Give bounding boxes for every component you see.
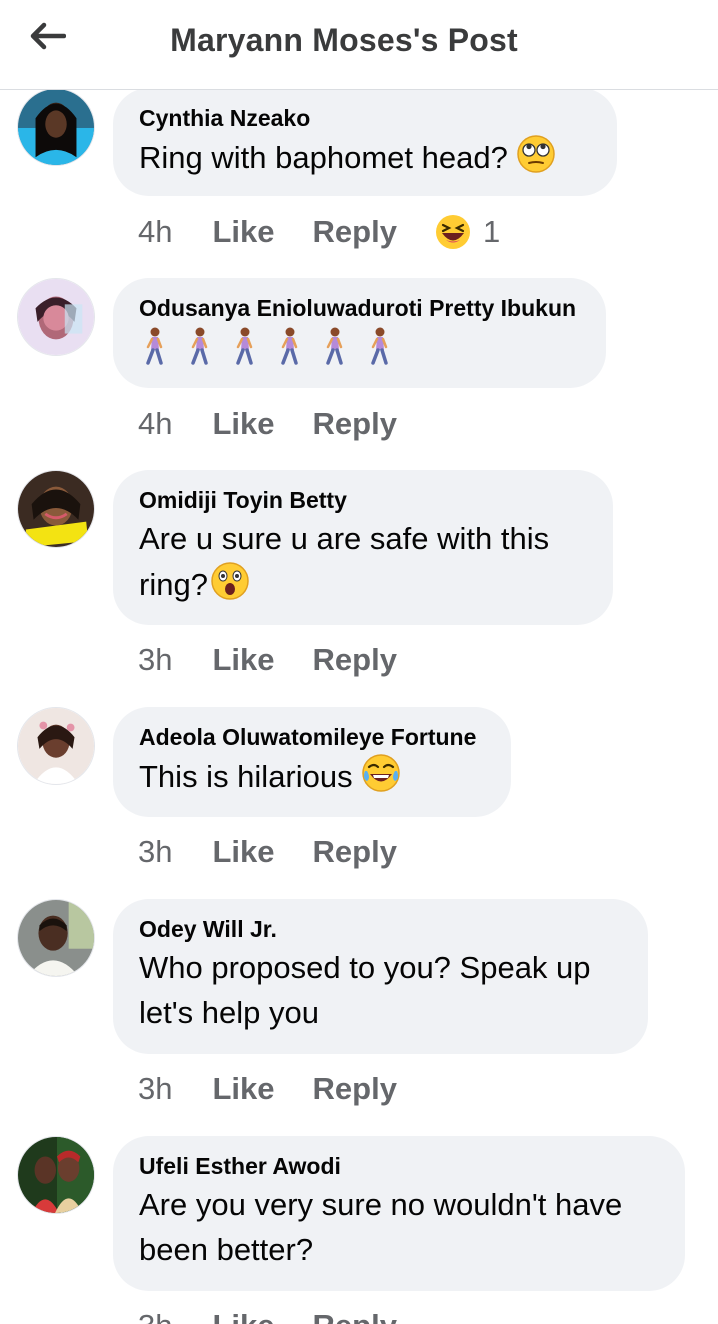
comment-text-line: Are you very sure no wouldn't have (139, 1187, 623, 1222)
comment-author[interactable]: Adeola Oluwatomileye Fortune (139, 723, 485, 751)
reply-button[interactable]: Reply (313, 1308, 397, 1324)
page-title: Maryann Moses's Post (170, 22, 518, 58)
woman-walking-emoji-icon (364, 326, 395, 366)
comment-bubble[interactable]: Adeola Oluwatomileye Fortune This is hil… (113, 707, 511, 817)
like-button[interactable]: Like (212, 406, 274, 442)
comment-timestamp[interactable]: 4h (138, 214, 172, 250)
woman-walking-emoji-icon (319, 326, 350, 366)
comment-timestamp[interactable]: 3h (138, 834, 172, 870)
avatar[interactable] (17, 470, 95, 548)
astonished-emoji-icon (210, 561, 250, 601)
comment-text-content: Ring with baphomet head? (139, 140, 508, 175)
comment-actions: 4h Like Reply 1 (138, 212, 500, 252)
like-button[interactable]: Like (212, 214, 274, 250)
comment-author[interactable]: Ufeli Esther Awodi (139, 1152, 659, 1180)
comment-author[interactable]: Odusanya Enioluwaduroti Pretty Ibukun (139, 294, 580, 322)
like-button[interactable]: Like (212, 1308, 274, 1324)
woman-walking-emoji-icon (184, 326, 215, 366)
woman-walking-emoji-icon (274, 326, 305, 366)
comment-actions: 3h Like Reply (138, 1306, 435, 1324)
comment-text-line: Are u sure u are safe with this (139, 521, 550, 556)
comment-bubble[interactable]: Odusanya Enioluwaduroti Pretty Ibukun (113, 278, 606, 388)
avatar[interactable] (17, 1136, 95, 1214)
comment-actions: 3h Like Reply (138, 640, 435, 680)
avatar[interactable] (17, 90, 95, 166)
comment-bubble[interactable]: Odey Will Jr. Who proposed to you? Speak… (113, 899, 648, 1054)
like-button[interactable]: Like (212, 642, 274, 678)
avatar[interactable] (17, 278, 95, 356)
woman-walking-emoji-icon (139, 326, 170, 366)
comment-bubble[interactable]: Omidiji Toyin Betty Are u sure u are saf… (113, 470, 613, 625)
comment-text-line: ring? (139, 567, 208, 602)
like-button[interactable]: Like (212, 1071, 274, 1107)
woman-walking-emoji-icon (229, 326, 260, 366)
reply-button[interactable]: Reply (313, 642, 397, 678)
comment-text: ring? (139, 561, 587, 607)
reply-button[interactable]: Reply (313, 1071, 397, 1107)
comment-text: Ring with baphomet head? (139, 134, 591, 180)
comment-timestamp[interactable]: 3h (138, 1071, 172, 1107)
comment-text: This is hilarious (139, 753, 485, 799)
post-header: Maryann Moses's Post (0, 0, 718, 90)
comment-actions: 3h Like Reply (138, 832, 435, 872)
comment-text: Who proposed to you? Speak up (139, 945, 622, 990)
comment-author[interactable]: Odey Will Jr. (139, 915, 622, 943)
reaction-summary[interactable]: 1 (435, 214, 500, 250)
comment-text-line: been better? (139, 1232, 314, 1267)
avatar[interactable] (17, 707, 95, 785)
reaction-count: 1 (482, 214, 501, 249)
comment-bubble[interactable]: Cynthia Nzeako Ring with baphomet head? (113, 90, 617, 196)
comment-timestamp[interactable]: 4h (138, 406, 172, 442)
comment-text: Are you very sure no wouldn't have (139, 1182, 659, 1227)
avatar[interactable] (17, 899, 95, 977)
rolling-eyes-emoji-icon (516, 134, 556, 174)
comments-list[interactable]: Cynthia Nzeako Ring with baphomet head? … (0, 90, 718, 1324)
woman-walking-emoji-row (139, 326, 580, 366)
comment-author[interactable]: Omidiji Toyin Betty (139, 486, 587, 514)
reply-button[interactable]: Reply (313, 406, 397, 442)
like-button[interactable]: Like (212, 834, 274, 870)
comment-text: been better? (139, 1227, 659, 1272)
comment-text-content: This is hilarious (139, 759, 353, 794)
tears-of-joy-emoji-icon (361, 753, 401, 793)
haha-reaction-icon (435, 214, 471, 250)
comment-text: let's help you (139, 990, 622, 1035)
comment-text-line: Who proposed to you? Speak up (139, 950, 591, 985)
comment-actions: 4h Like Reply (138, 404, 435, 444)
comment-text: Are u sure u are safe with this (139, 516, 587, 561)
comment-timestamp[interactable]: 3h (138, 1308, 172, 1324)
comment-author[interactable]: Cynthia Nzeako (139, 104, 591, 132)
reply-button[interactable]: Reply (313, 834, 397, 870)
comment-actions: 3h Like Reply (138, 1069, 435, 1109)
comment-timestamp[interactable]: 3h (138, 642, 172, 678)
comment-bubble[interactable]: Ufeli Esther Awodi Are you very sure no … (113, 1136, 685, 1291)
reply-button[interactable]: Reply (313, 214, 397, 250)
comment-text-line: let's help you (139, 995, 319, 1030)
